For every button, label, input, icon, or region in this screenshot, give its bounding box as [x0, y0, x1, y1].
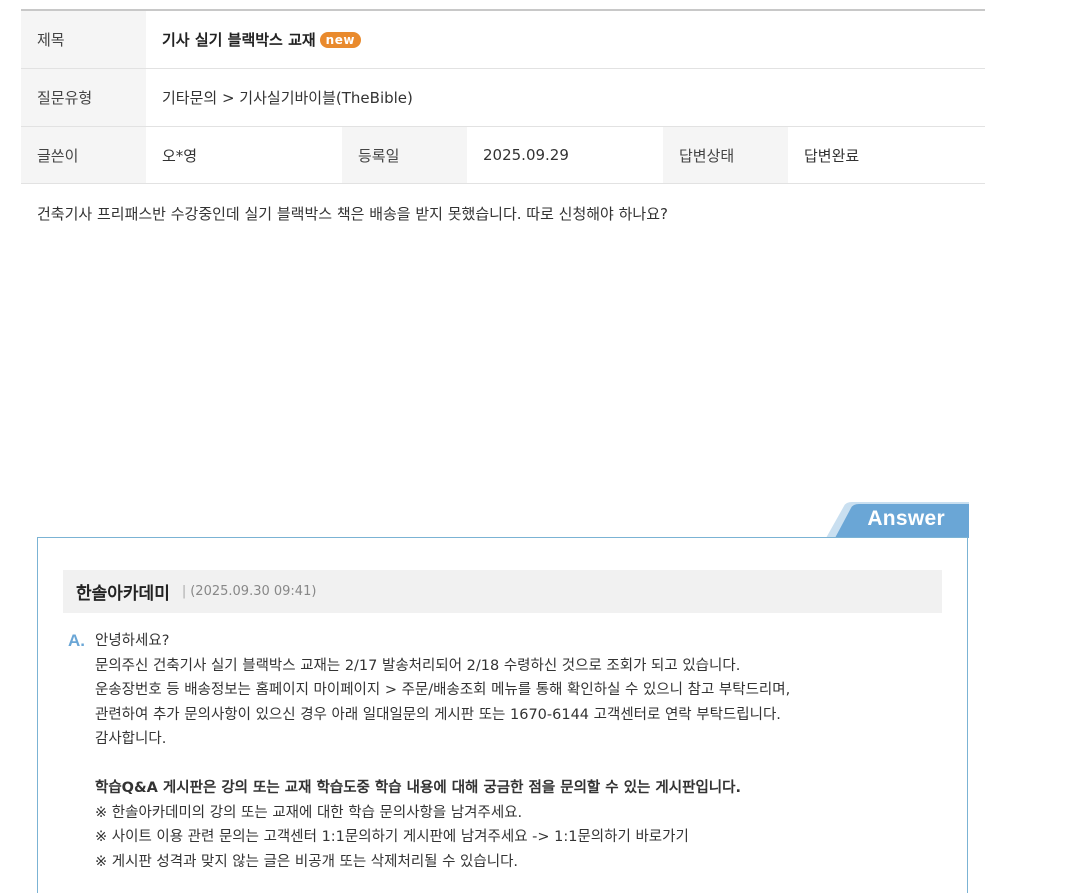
answer-date-value: (2025.09.30 09:41)	[190, 584, 317, 599]
answer-box: 한솔아카데미 | (2025.09.30 09:41) A. 안녕하세요? 문의주…	[37, 537, 968, 893]
answer-tab: Answer	[826, 502, 969, 538]
answer-mark: A.	[68, 631, 85, 650]
date-label: 등록일	[342, 127, 467, 183]
title-cell: 기사 실기 블랙박스 교재 new	[146, 11, 985, 68]
answer-content: A. 안녕하세요? 문의주신 건축기사 실기 블랙박스 교재는 2/17 발송처…	[68, 629, 948, 874]
question-body: 건축기사 프리패스반 수강중인데 실기 블랙박스 책은 배송을 받지 못했습니다…	[37, 205, 668, 223]
type-label: 질문유형	[21, 69, 146, 126]
status-value: 답변완료	[804, 146, 860, 165]
answer-line: 관련하여 추가 문의사항이 있으신 경우 아래 일대일문의 게시판 또는 167…	[95, 706, 781, 723]
answer-date-separator: |	[181, 584, 187, 599]
answer-line: 문의주신 건축기사 실기 블랙박스 교재는 2/17 발송처리되어 2/18 수…	[95, 657, 741, 674]
type-value: 기타문의 > 기사실기바이블(TheBible)	[162, 89, 413, 107]
answer-datetime: | (2025.09.30 09:41)	[182, 584, 317, 599]
answer-line: 운송장번호 등 배송정보는 홈페이지 마이페이지 > 주문/배송조회 메뉴를 통…	[95, 682, 791, 698]
answer-lines: 안녕하세요? 문의주신 건축기사 실기 블랙박스 교재는 2/17 발송처리되어…	[95, 629, 948, 874]
info-row-meta: 글쓴이 오*영 등록일 2025.09.29 답변상태 답변완료	[21, 127, 985, 184]
notice-line: ※ 한솔아카데미의 강의 또는 교재에 대한 학습 문의사항을 남겨주세요.	[95, 804, 523, 821]
author-value: 오*영	[162, 146, 198, 165]
new-badge: new	[319, 31, 361, 48]
answer-line: 안녕하세요?	[95, 633, 170, 649]
answer-line: 감사합니다.	[95, 731, 167, 747]
date-value: 2025.09.29	[483, 146, 569, 164]
notice-line[interactable]: ※ 사이트 이용 관련 문의는 고객센터 1:1문의하기 게시판에 남겨주세요 …	[95, 825, 948, 850]
question-info-table: 제목 기사 실기 블랙박스 교재 new 질문유형 기타문의 > 기사실기바이블…	[21, 9, 985, 184]
info-row-type: 질문유형 기타문의 > 기사실기바이블(TheBible)	[21, 69, 985, 127]
title-value: 기사 실기 블랙박스 교재	[162, 31, 316, 49]
notice-line: ※ 게시판 성격과 맞지 않는 글은 비공개 또는 삭제처리될 수 있습니다.	[95, 853, 519, 870]
author-label: 글쓴이	[21, 127, 146, 183]
info-row-title: 제목 기사 실기 블랙박스 교재 new	[21, 11, 985, 69]
status-label: 답변상태	[663, 127, 788, 183]
answer-tab-label: Answer	[867, 507, 945, 530]
answer-spacer	[95, 752, 948, 777]
notice-title: 학습Q&A 게시판은 강의 또는 교재 학습도중 학습 내용에 대해 궁금한 점…	[95, 780, 741, 796]
answer-header: 한솔아카데미 | (2025.09.30 09:41)	[63, 570, 942, 613]
title-label: 제목	[21, 11, 146, 68]
answerer-name: 한솔아카데미	[76, 584, 170, 604]
